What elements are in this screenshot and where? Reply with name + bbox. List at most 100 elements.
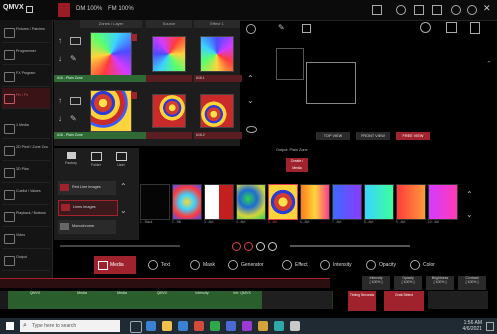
- effect-thumbnail-1[interactable]: [200, 36, 234, 72]
- media-strip-item[interactable]: [236, 184, 266, 220]
- monitor-icon[interactable]: [70, 37, 81, 45]
- param-box[interactable]: Brightness[ 100% ]: [426, 276, 454, 290]
- app-icon-4[interactable]: [242, 321, 252, 331]
- sidebar-item-output[interactable]: Output: [2, 250, 50, 271]
- chevron-up-icon[interactable]: ⌃: [247, 74, 254, 83]
- cue-slot[interactable]: Media: [102, 291, 143, 309]
- close-icon[interactable]: ✕: [483, 3, 491, 14]
- media-strip-item[interactable]: [140, 184, 170, 220]
- sidebar-item-cuelist[interactable]: Cuelist / Values: [2, 184, 50, 205]
- sidebar-item-fixtures[interactable]: Fixtures / Patches: [2, 22, 50, 43]
- app-icon-7[interactable]: [290, 321, 300, 331]
- monitor-icon[interactable]: [70, 97, 81, 105]
- info-icon[interactable]: [420, 22, 431, 33]
- tab-generator[interactable]: Generator: [228, 256, 264, 274]
- app-icon-6[interactable]: [274, 321, 284, 331]
- sidebar-item-pix[interactable]: Pix / Px: [2, 88, 50, 109]
- media-list-item-selected[interactable]: Lines Images: [58, 200, 118, 216]
- view-tab-front[interactable]: FRONT VIEW: [356, 132, 390, 140]
- taskbar-search-box[interactable]: ⌕ Type here to search: [20, 320, 120, 332]
- view-tab-top[interactable]: TOP VIEW: [316, 132, 350, 140]
- param-box[interactable]: Intensity[ 100% ]: [362, 276, 390, 290]
- arrow-down-icon[interactable]: ↓: [58, 114, 62, 123]
- play-icon[interactable]: [244, 242, 253, 251]
- edge-icon[interactable]: [146, 321, 156, 331]
- user-icon[interactable]: [451, 5, 461, 15]
- factory-folder-button[interactable]: Factory: [60, 152, 82, 165]
- cue-slot-red[interactable]: Timing Seconds: [348, 291, 376, 311]
- media-strip-item[interactable]: [300, 184, 330, 220]
- arrow-down-icon[interactable]: ↓: [58, 54, 62, 63]
- folder-button[interactable]: Folder: [85, 152, 107, 167]
- arrow-up-icon[interactable]: ↑: [58, 96, 62, 105]
- param-box[interactable]: Contrast[ 100% ]: [458, 276, 486, 290]
- media-strip-item-selected[interactable]: [268, 184, 298, 220]
- layers-icon[interactable]: [446, 22, 457, 33]
- create-media-button[interactable]: Create / Media: [286, 158, 308, 172]
- file-explorer-icon[interactable]: [162, 321, 172, 331]
- timeline-slider[interactable]: [290, 245, 410, 247]
- sidebar-item-2d[interactable]: 2D Pixel / Zone Zoo: [2, 140, 50, 161]
- user-folder-button[interactable]: User: [110, 152, 132, 167]
- tab-color[interactable]: Color: [410, 256, 435, 274]
- loop-icon[interactable]: [232, 242, 241, 251]
- tab-text[interactable]: Text: [148, 256, 170, 274]
- eye-icon[interactable]: [246, 126, 257, 133]
- sidebar-item-playback[interactable]: Playback / Buttons: [2, 206, 50, 227]
- chevron-down-icon[interactable]: ⌄: [247, 96, 254, 105]
- sidebar-item-3d[interactable]: 3D Plan: [2, 162, 50, 183]
- toolbar-icon-3[interactable]: [432, 5, 442, 15]
- app-icon-5[interactable]: [258, 321, 268, 331]
- cue-slot[interactable]: Intensity: [182, 291, 223, 309]
- stop-icon[interactable]: [256, 242, 265, 251]
- toolbar-icon-1[interactable]: [396, 5, 406, 15]
- select-tool-icon[interactable]: [302, 24, 311, 33]
- strip-scroll-down-icon[interactable]: ⌄: [466, 210, 473, 219]
- app-icon-1[interactable]: [194, 321, 204, 331]
- brush-icon[interactable]: ✎: [70, 54, 77, 63]
- sidebar-item-programmer[interactable]: Programmer: [2, 44, 50, 65]
- gear-icon[interactable]: [246, 24, 256, 34]
- tab-intensity[interactable]: Intensity: [320, 256, 352, 274]
- pen-tool-icon[interactable]: ✎: [278, 23, 285, 32]
- app-icon-2[interactable]: [210, 321, 220, 331]
- sidebar-item-video[interactable]: Video: [2, 228, 50, 249]
- file-icon[interactable]: [470, 22, 480, 34]
- tab-media[interactable]: Media: [94, 256, 136, 274]
- fader-red-bar[interactable]: [0, 278, 330, 288]
- chevron-down-icon[interactable]: ⌄: [120, 206, 127, 215]
- source-thumbnail-1[interactable]: [152, 36, 186, 72]
- taskbar-clock[interactable]: 1:56 AM 4/6/2021: [452, 320, 482, 332]
- param-box[interactable]: Opacity[ 100% ]: [394, 276, 422, 290]
- tab-mask[interactable]: Mask: [190, 256, 215, 274]
- view-tab-free[interactable]: FREE VIEW: [396, 132, 430, 140]
- notification-icon[interactable]: [486, 322, 494, 331]
- media-strip-item[interactable]: [204, 184, 234, 220]
- tab-effect[interactable]: Effect: [282, 256, 308, 274]
- app-icon-3[interactable]: [226, 321, 236, 331]
- task-view-icon[interactable]: [130, 321, 142, 333]
- store-icon[interactable]: [178, 321, 188, 331]
- dock-icon[interactable]: [372, 5, 382, 15]
- media-list-item[interactable]: Red Line Images: [58, 181, 116, 195]
- cue-slot-red[interactable]: Grab Select: [384, 291, 424, 311]
- cue-slot[interactable]: QMVX: [8, 291, 63, 309]
- tab-opacity[interactable]: Opacity: [366, 256, 396, 274]
- arrow-up-icon[interactable]: ↑: [58, 36, 62, 45]
- chevron-up-icon[interactable]: ⌃: [120, 182, 127, 191]
- zone-thumbnail-1[interactable]: [90, 32, 132, 76]
- cue-slot[interactable]: Media: [62, 291, 103, 309]
- record-button[interactable]: [58, 3, 70, 17]
- media-strip-item[interactable]: [428, 184, 458, 220]
- media-strip-item[interactable]: [364, 184, 394, 220]
- cue-slot[interactable]: Intr. QMVX: [222, 291, 263, 309]
- windows-start-icon[interactable]: [6, 322, 14, 330]
- strip-scroll-up-icon[interactable]: ⌃: [466, 190, 473, 199]
- settings-icon[interactable]: [467, 5, 477, 15]
- cue-slot[interactable]: QMVX: [142, 291, 183, 309]
- brush-icon[interactable]: ✎: [70, 114, 77, 123]
- media-strip-item[interactable]: [332, 184, 362, 220]
- media-strip-item[interactable]: [396, 184, 426, 220]
- media-strip-item[interactable]: [172, 184, 202, 220]
- source-thumbnail-2[interactable]: [152, 94, 186, 128]
